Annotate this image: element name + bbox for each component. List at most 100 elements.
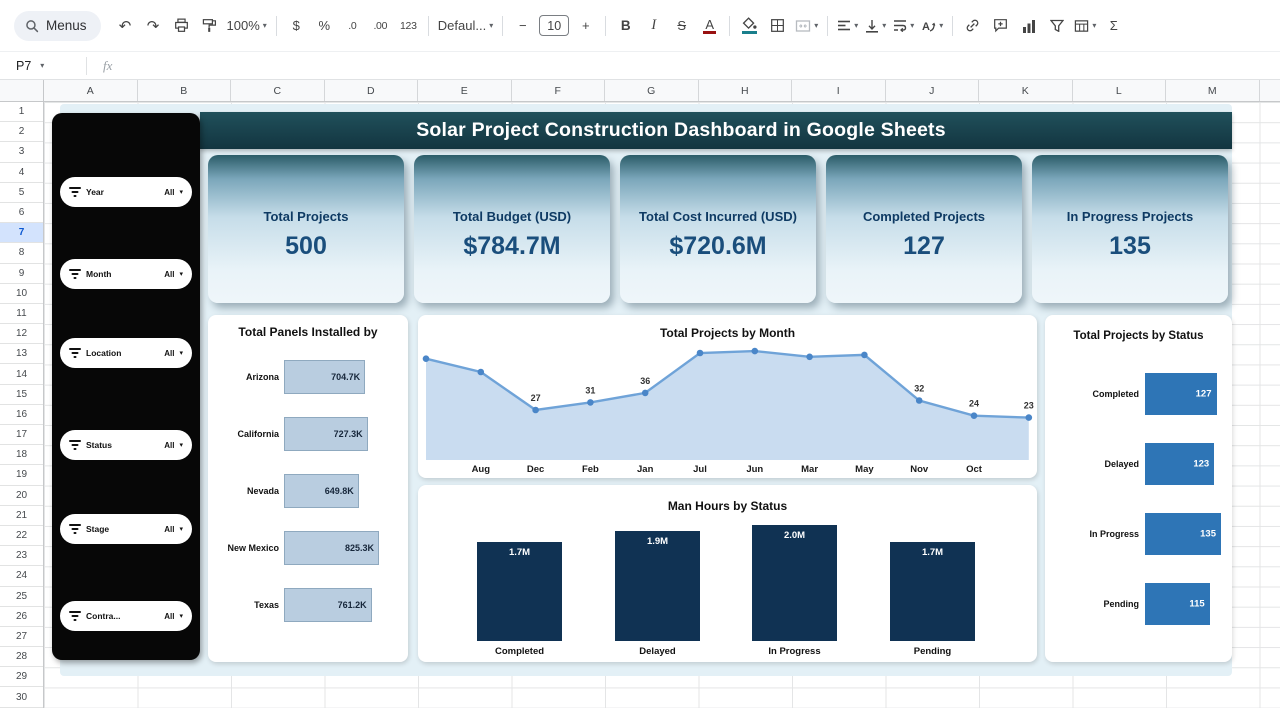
- fill-color-button[interactable]: [736, 12, 763, 40]
- column-header-b[interactable]: B: [138, 80, 232, 101]
- column-header-k[interactable]: K: [979, 80, 1073, 101]
- filter-month-dropdown[interactable]: MonthAll▾: [60, 259, 192, 289]
- row-header-4[interactable]: 4: [0, 163, 43, 183]
- name-box[interactable]: P7 ▾: [0, 52, 86, 79]
- insert-link-button[interactable]: [959, 12, 986, 40]
- row-header-6[interactable]: 6: [0, 203, 43, 223]
- text-color-button[interactable]: A: [696, 12, 723, 40]
- man-hours-chart-panel[interactable]: Man Hours by Status 1.7MCompleted1.9MDel…: [418, 485, 1037, 662]
- column-header-c[interactable]: C: [231, 80, 325, 101]
- row-header-19[interactable]: 19: [0, 465, 43, 485]
- borders-button[interactable]: [764, 12, 791, 40]
- row-header-18[interactable]: 18: [0, 445, 43, 465]
- row-header-17[interactable]: 17: [0, 425, 43, 445]
- vertical-align-dropdown[interactable]: ▾: [862, 12, 889, 40]
- filter-status-dropdown[interactable]: StatusAll▾: [60, 430, 192, 460]
- row-header-9[interactable]: 9: [0, 264, 43, 284]
- increase-decimal-places-button[interactable]: .00: [367, 12, 394, 40]
- filter-contra-dropdown[interactable]: Contra...All▾: [60, 601, 192, 631]
- row-header-23[interactable]: 23: [0, 546, 43, 566]
- row-header-26[interactable]: 26: [0, 607, 43, 627]
- bold-button[interactable]: B: [612, 12, 639, 40]
- row-header-21[interactable]: 21: [0, 506, 43, 526]
- category-label: New Mexico: [208, 543, 284, 553]
- column-header-h[interactable]: H: [699, 80, 793, 101]
- column-header-g[interactable]: G: [605, 80, 699, 101]
- row-header-8[interactable]: 8: [0, 243, 43, 263]
- insert-comment-button[interactable]: [987, 12, 1014, 40]
- panels-row: Arizona704.7K: [208, 360, 402, 394]
- horizontal-align-dropdown[interactable]: ▾: [834, 12, 861, 40]
- projects-by-status-chart-panel[interactable]: Total Projects by Status Completed127Del…: [1045, 315, 1232, 662]
- row-header-1[interactable]: 1: [0, 102, 43, 122]
- category-label: Arizona: [208, 372, 284, 382]
- more-formats-button[interactable]: 123: [395, 12, 422, 40]
- filter-year-dropdown[interactable]: YearAll▾: [60, 177, 192, 207]
- row-header-30[interactable]: 30: [0, 687, 43, 707]
- column-header-f[interactable]: F: [512, 80, 606, 101]
- paint-format-button[interactable]: [196, 12, 223, 40]
- column-header-e[interactable]: E: [418, 80, 512, 101]
- filter-views-dropdown[interactable]: ▾: [1071, 12, 1099, 40]
- row-header-22[interactable]: 22: [0, 526, 43, 546]
- text-color-label: A: [703, 18, 716, 34]
- row-header-2[interactable]: 2: [0, 122, 43, 142]
- increase-font-size-button[interactable]: +: [572, 12, 599, 40]
- text-wrap-dropdown[interactable]: ▾: [890, 12, 917, 40]
- column-header-j[interactable]: J: [886, 80, 980, 101]
- column-header-m[interactable]: M: [1166, 80, 1260, 101]
- row-header-13[interactable]: 13: [0, 344, 43, 364]
- italic-button[interactable]: I: [640, 12, 667, 40]
- row-header-28[interactable]: 28: [0, 647, 43, 667]
- insert-chart-button[interactable]: [1015, 12, 1042, 40]
- format-as-percent-button[interactable]: %: [311, 12, 338, 40]
- create-filter-button[interactable]: [1043, 12, 1070, 40]
- font-dropdown[interactable]: Defaul...▾: [435, 12, 496, 40]
- panels-installed-chart-panel[interactable]: Total Panels Installed by Arizona704.7KC…: [208, 315, 408, 662]
- column-header-i[interactable]: I: [792, 80, 886, 101]
- filter-stage-dropdown[interactable]: StageAll▾: [60, 514, 192, 544]
- undo-button[interactable]: ↶: [112, 12, 139, 40]
- select-all-corner[interactable]: [0, 80, 44, 102]
- row-header-25[interactable]: 25: [0, 587, 43, 607]
- row-header-15[interactable]: 15: [0, 385, 43, 405]
- column-header-l[interactable]: L: [1073, 80, 1167, 101]
- chevron-down-icon: ▾: [489, 21, 493, 30]
- row-header-27[interactable]: 27: [0, 627, 43, 647]
- row-header-11[interactable]: 11: [0, 304, 43, 324]
- text-rotation-dropdown[interactable]: A▾: [918, 12, 946, 40]
- bar: 115: [1145, 583, 1210, 625]
- zoom-dropdown[interactable]: 100%▾: [224, 12, 270, 40]
- decrease-decimal-places-button[interactable]: .0: [339, 12, 366, 40]
- print-button[interactable]: [168, 12, 195, 40]
- value-label: 2.0M: [752, 530, 837, 541]
- strikethrough-button[interactable]: S: [668, 12, 695, 40]
- row-header-16[interactable]: 16: [0, 405, 43, 425]
- x-tick-label: Nov: [910, 464, 929, 475]
- formula-input[interactable]: [112, 52, 1280, 79]
- column-header-a[interactable]: A: [44, 80, 138, 101]
- projects-by-month-chart-panel[interactable]: Total Projects by Month 273136322423AugD…: [418, 315, 1037, 478]
- decrease-font-size-button[interactable]: −: [509, 12, 536, 40]
- row-header-14[interactable]: 14: [0, 364, 43, 384]
- merge-cells-dropdown[interactable]: ▾: [792, 12, 821, 40]
- menus-pill[interactable]: Menus: [14, 11, 101, 41]
- font-size-box[interactable]: 10: [539, 15, 569, 36]
- row-header-20[interactable]: 20: [0, 486, 43, 506]
- row-header-3[interactable]: 3: [0, 142, 43, 162]
- row-header-29[interactable]: 29: [0, 667, 43, 687]
- functions-button[interactable]: Σ: [1100, 12, 1127, 40]
- column-header-d[interactable]: D: [325, 80, 419, 101]
- row-header-10[interactable]: 10: [0, 284, 43, 304]
- row-header-24[interactable]: 24: [0, 566, 43, 586]
- row-header-12[interactable]: 12: [0, 324, 43, 344]
- toolbar-divider: [428, 16, 429, 36]
- value-label: 1.7M: [477, 547, 562, 558]
- format-as-currency-button[interactable]: $: [283, 12, 310, 40]
- redo-button[interactable]: ↷: [140, 12, 167, 40]
- dashboard-title: Solar Project Construction Dashboard in …: [416, 119, 946, 142]
- filter-location-dropdown[interactable]: LocationAll▾: [60, 338, 192, 368]
- row-header-7[interactable]: 7: [0, 223, 43, 243]
- category-label: Nevada: [208, 486, 284, 496]
- row-header-5[interactable]: 5: [0, 183, 43, 203]
